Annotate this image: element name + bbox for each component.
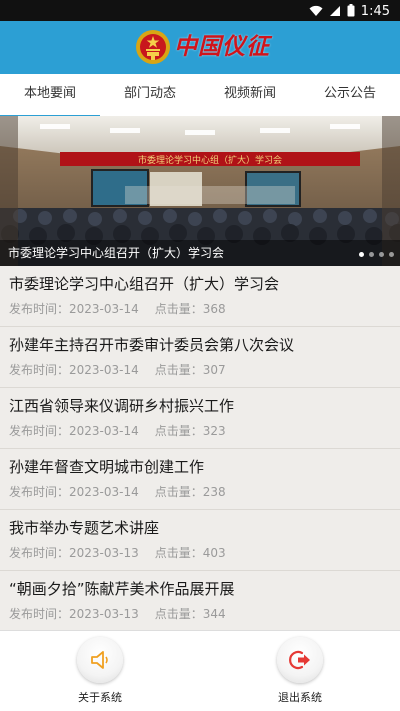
battery-icon xyxy=(347,2,355,21)
exit-system-button[interactable]: 退出系统 xyxy=(200,631,400,711)
signal-icon xyxy=(329,2,341,21)
date-label: 发布时间： xyxy=(9,485,70,499)
app-header: 中国仪征 xyxy=(0,21,400,74)
carousel-dot[interactable] xyxy=(379,252,384,257)
news-item[interactable]: 孙建年督查文明城市创建工作 发布时间：2023-03-14 点击量：238 xyxy=(0,449,400,510)
date-label: 发布时间： xyxy=(9,363,70,377)
views-label: 点击量： xyxy=(154,485,203,499)
views-label: 点击量： xyxy=(154,607,203,621)
news-title: 市委理论学习中心组召开（扩大）学习会 xyxy=(9,275,280,293)
date-label: 发布时间： xyxy=(9,424,70,438)
view-count: 323 xyxy=(202,424,226,438)
view-count: 403 xyxy=(202,546,226,560)
news-title: 孙建年主持召开市委审计委员会第八次会议 xyxy=(9,336,295,354)
carousel-dot[interactable] xyxy=(389,252,394,257)
category-tabs: 本地要闻 部门动态 视频新闻 公示公告 xyxy=(0,74,400,118)
views-label: 点击量： xyxy=(154,363,203,377)
views-label: 点击量： xyxy=(154,546,203,560)
news-title: 江西省领导来仪调研乡村振兴工作 xyxy=(9,397,235,415)
news-title: “朝画夕拾”陈献芹美术作品展开展 xyxy=(9,580,235,598)
tab-local-news[interactable]: 本地要闻 xyxy=(0,74,100,118)
status-icons: 1:45 xyxy=(309,2,390,21)
about-system-label: 关于系统 xyxy=(78,691,122,704)
publish-date: 2023-03-13 xyxy=(69,607,139,621)
view-count: 238 xyxy=(202,485,226,499)
date-label: 发布时间： xyxy=(9,546,70,560)
exit-system-label: 退出系统 xyxy=(278,691,322,704)
tab-announcements[interactable]: 公示公告 xyxy=(300,74,400,116)
wifi-icon xyxy=(309,2,323,21)
publish-date: 2023-03-14 xyxy=(69,485,139,499)
news-title: 我市举办专题艺术讲座 xyxy=(9,519,160,537)
carousel-dot[interactable] xyxy=(369,252,374,257)
status-bar: 1:45 xyxy=(0,0,400,21)
news-list: 市委理论学习中心组召开（扩大）学习会 发布时间：2023-03-14 点击量：36… xyxy=(0,266,400,632)
bottom-bar: 关于系统 退出系统 xyxy=(0,630,400,711)
news-item[interactable]: “朝画夕拾”陈献芹美术作品展开展 发布时间：2023-03-13 点击量：344 xyxy=(0,571,400,632)
news-meta: 发布时间：2023-03-14 点击量：368 xyxy=(9,301,400,317)
speaker-icon xyxy=(77,637,123,683)
banner-caption: 市委理论学习中心组召开（扩大）学习会 xyxy=(0,240,400,266)
date-label: 发布时间： xyxy=(9,302,70,316)
publish-date: 2023-03-14 xyxy=(69,302,139,316)
publish-date: 2023-03-14 xyxy=(69,363,139,377)
news-meta: 发布时间：2023-03-13 点击量：403 xyxy=(9,545,400,561)
tab-department-news[interactable]: 部门动态 xyxy=(100,74,200,116)
views-label: 点击量： xyxy=(154,302,203,316)
news-meta: 发布时间：2023-03-14 点击量：323 xyxy=(9,423,400,439)
news-title: 孙建年督查文明城市创建工作 xyxy=(9,458,205,476)
news-meta: 发布时间：2023-03-13 点击量：344 xyxy=(9,606,400,622)
about-system-button[interactable]: 关于系统 xyxy=(0,631,200,711)
exit-icon xyxy=(277,637,323,683)
tab-video-news[interactable]: 视频新闻 xyxy=(200,74,300,116)
banner-carousel[interactable]: 市委理论学习中心组（扩大）学习会 市委理论学习中心组召开（扩大）学习会 xyxy=(0,116,400,266)
carousel-dot[interactable] xyxy=(359,252,364,257)
view-count: 368 xyxy=(202,302,226,316)
status-time: 1:45 xyxy=(360,4,390,19)
news-meta: 发布时间：2023-03-14 点击量：307 xyxy=(9,362,400,378)
publish-date: 2023-03-14 xyxy=(69,424,139,438)
date-label: 发布时间： xyxy=(9,607,70,621)
app-title: 中国仪征 xyxy=(174,33,270,60)
news-item[interactable]: 孙建年主持召开市委审计委员会第八次会议 发布时间：2023-03-14 点击量：3… xyxy=(0,327,400,388)
publish-date: 2023-03-13 xyxy=(69,546,139,560)
news-item[interactable]: 我市举办专题艺术讲座 发布时间：2023-03-13 点击量：403 xyxy=(0,510,400,571)
news-item[interactable]: 江西省领导来仪调研乡村振兴工作 发布时间：2023-03-14 点击量：323 xyxy=(0,388,400,449)
news-item[interactable]: 市委理论学习中心组召开（扩大）学习会 发布时间：2023-03-14 点击量：36… xyxy=(0,266,400,327)
carousel-indicator xyxy=(359,252,394,257)
view-count: 344 xyxy=(202,607,226,621)
view-count: 307 xyxy=(202,363,226,377)
views-label: 点击量： xyxy=(154,424,203,438)
svg-text:市委理论学习中心组（扩大）学习会: 市委理论学习中心组（扩大）学习会 xyxy=(138,154,282,166)
news-meta: 发布时间：2023-03-14 点击量：238 xyxy=(9,484,400,500)
national-emblem-icon xyxy=(135,29,171,65)
